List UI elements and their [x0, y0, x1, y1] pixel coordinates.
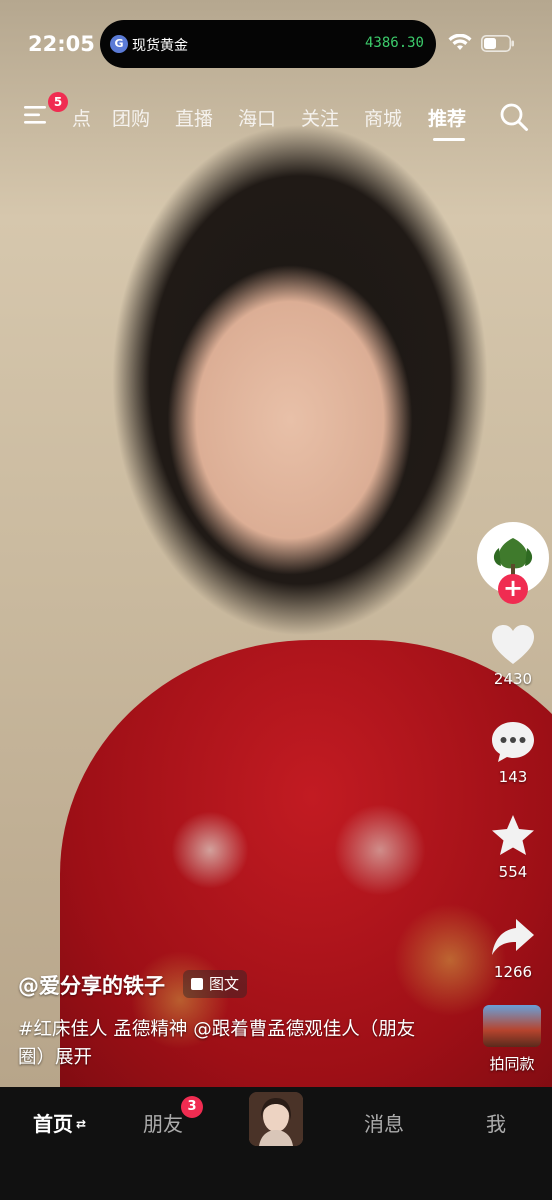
tab-live[interactable]: 直播 [175, 104, 213, 131]
share-count: 1266 [493, 963, 533, 981]
island-price: 4386.30 [364, 35, 424, 51]
same-style-button[interactable]: 拍同款 [482, 1005, 542, 1079]
author-name[interactable]: @爱分享的铁子 [18, 970, 165, 1000]
like-button[interactable]: 2430 [473, 624, 552, 688]
follow-button[interactable]: + [498, 574, 528, 604]
switch-arrows-icon: ⇄ [76, 1117, 87, 1131]
photo-icon [191, 978, 203, 990]
same-style-thumbnail [483, 1005, 541, 1047]
share-button[interactable]: 1266 [473, 915, 552, 981]
video-content[interactable] [0, 0, 552, 1087]
favorite-count: 554 [498, 863, 528, 881]
image-text-badge: 图文 [183, 970, 248, 998]
like-count: 2430 [493, 670, 533, 688]
active-tab-indicator [433, 138, 465, 141]
star-icon [492, 815, 534, 855]
friends-badge: 3 [181, 1096, 203, 1118]
tab-recommend[interactable]: 推荐 [428, 104, 466, 131]
tab-mall[interactable]: 商城 [364, 104, 402, 131]
island-title: 现货黄金 [132, 38, 188, 54]
top-nav: 5 点 团购 直播 海口 关注 商城 推荐 [0, 92, 552, 146]
tab-group-buy[interactable]: 团购 [112, 104, 150, 131]
search-icon[interactable] [499, 102, 529, 132]
menu-badge: 5 [48, 92, 68, 112]
tab-me[interactable]: 我 [486, 1108, 506, 1137]
profile-photo [249, 1092, 303, 1146]
tab-messages[interactable]: 消息 [364, 1108, 404, 1137]
center-avatar[interactable] [249, 1092, 303, 1146]
tab-friends[interactable]: 朋友 [143, 1108, 183, 1137]
clock: 22:05 [28, 32, 95, 56]
tab-haikou[interactable]: 海口 [238, 104, 276, 131]
tab-dian[interactable]: 点 [72, 104, 91, 131]
image-text-badge-label: 图文 [209, 975, 240, 993]
comment-button[interactable]: 143 [473, 720, 552, 786]
wifi-icon [448, 34, 472, 50]
same-style-label: 拍同款 [489, 1055, 535, 1073]
share-icon [492, 919, 534, 955]
tab-following[interactable]: 关注 [301, 104, 339, 131]
tab-home[interactable]: 首页 ⇄ [33, 1108, 86, 1137]
heart-icon [492, 625, 534, 664]
menu-icon[interactable] [24, 104, 48, 126]
caption-text[interactable]: #红床佳人 孟德精神 @跟着曹孟德观佳人（朋友圈）展开 [18, 1016, 438, 1072]
comment-icon [492, 722, 534, 762]
tab-home-label: 首页 [33, 1112, 73, 1136]
dynamic-island[interactable]: G 现货黄金 4386.30 [100, 20, 436, 68]
comment-count: 143 [498, 768, 528, 786]
gold-icon: G [110, 35, 128, 53]
status-bar: 22:05 G 现货黄金 4386.30 [0, 0, 552, 88]
favorite-button[interactable]: 554 [473, 813, 552, 881]
battery-icon [481, 35, 514, 52]
